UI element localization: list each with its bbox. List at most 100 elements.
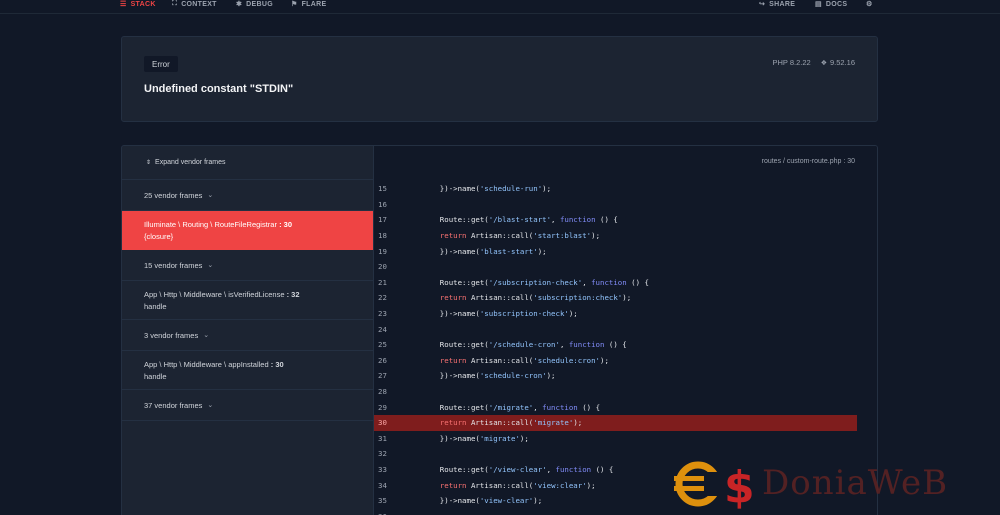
code-line: 15 })->name('schedule-run'); xyxy=(374,181,857,197)
line-source: return Artisan::call('view:clear'); xyxy=(439,480,596,490)
code-line: 25 Route::get('/schedule-cron', function… xyxy=(374,337,857,353)
frame-method: handle xyxy=(144,301,167,311)
laravel-version: 9.52.16 xyxy=(829,58,855,67)
docs-icon: ▤ xyxy=(815,1,822,8)
php-version: PHP 8.2.22 xyxy=(772,58,811,67)
chevron-down-icon: ⌄ xyxy=(207,262,214,269)
code-line: 21 Route::get('/subscription-check', fun… xyxy=(374,275,857,291)
frame-item[interactable]: App \ Http \ Middleware \ appInstalled :… xyxy=(122,351,373,390)
line-source: return Artisan::call('start:blast'); xyxy=(439,231,601,241)
context-icon: ⛶ xyxy=(172,0,178,7)
line-source: return Artisan::call('schedule:cron'); xyxy=(439,355,609,365)
frame-line: : 30 xyxy=(270,359,284,369)
line-number: 26 xyxy=(378,355,387,365)
gear-icon: ⚙ xyxy=(866,1,873,8)
top-nav: ☰ STACK ⛶ CONTEXT ✱ DEBUG ⚑ FLARE ↪ SHAR… xyxy=(0,0,1000,14)
watermark: $ DoniaWeB xyxy=(674,454,948,512)
docs-button[interactable]: ▤ DOCS xyxy=(815,0,847,9)
versions: PHP 8.2.22 ❖ 9.52.16 xyxy=(772,58,855,67)
code-line: 20 xyxy=(374,259,857,275)
frame-item-selected[interactable]: Illuminate \ Routing \ RouteFileRegistra… xyxy=(122,211,373,250)
frame-class: App \ Http \ Middleware \ isVerifiedLice… xyxy=(144,290,373,299)
code-line: 26 return Artisan::call('schedule:cron')… xyxy=(374,353,857,369)
frame-method: {closure} xyxy=(144,231,174,241)
line-source: return Artisan::call('subscription:check… xyxy=(439,293,632,303)
line-number: 31 xyxy=(378,433,387,443)
vendor-frames-label: 15 vendor frames xyxy=(144,260,203,270)
line-source: })->name('view-clear'); xyxy=(422,496,543,506)
tab-debug-label: DEBUG xyxy=(246,0,273,8)
vendor-frames-group[interactable]: 37 vendor frames ⌄ xyxy=(122,390,373,421)
file-path-link[interactable]: routes / custom-route.php : 30 xyxy=(762,158,855,165)
frame-line: : 30 xyxy=(279,219,293,229)
vendor-frames-group[interactable]: 25 vendor frames ⌄ xyxy=(122,180,373,211)
tab-stack[interactable]: ☰ STACK xyxy=(120,0,156,9)
code-line: 17 Route::get('/blast-start', function (… xyxy=(374,212,857,228)
code-line: 24 xyxy=(374,321,857,337)
tab-context-label: CONTEXT xyxy=(181,0,217,8)
chevron-down-icon: ⌄ xyxy=(203,332,210,339)
line-source: })->name('migrate'); xyxy=(422,433,529,443)
error-message: Undefined constant "STDIN" xyxy=(144,83,294,95)
vendor-frames-label: 25 vendor frames xyxy=(144,190,203,200)
line-source: })->name('schedule-cron'); xyxy=(422,371,556,381)
laravel-version-wrap: ❖ 9.52.16 xyxy=(821,58,855,67)
vendor-frames-group[interactable]: 15 vendor frames ⌄ xyxy=(122,250,373,281)
line-number: 16 xyxy=(378,199,387,209)
vendor-frames-label: 37 vendor frames xyxy=(144,400,203,410)
frame-item[interactable]: App \ Http \ Middleware \ isVerifiedLice… xyxy=(122,281,373,320)
expand-vendor-frames-button[interactable]: ⇕ Expand vendor frames xyxy=(122,146,373,180)
code-line: 31 })->name('migrate'); xyxy=(374,431,857,447)
line-source: })->name('blast-start'); xyxy=(422,246,547,256)
frame-path: App \ Http \ Middleware \ appInstalled xyxy=(144,359,269,369)
frame-method: handle xyxy=(144,371,167,381)
line-number: 28 xyxy=(378,387,387,397)
line-number: 21 xyxy=(378,277,387,287)
frame-path: Illuminate \ Routing \ RouteFileRegistra… xyxy=(144,219,277,229)
line-number: 27 xyxy=(378,371,387,381)
line-number: 19 xyxy=(378,246,387,256)
tab-flare-label: FLARE xyxy=(301,0,327,8)
line-number: 17 xyxy=(378,215,387,225)
line-number: 18 xyxy=(378,231,387,241)
tab-context[interactable]: ⛶ CONTEXT xyxy=(172,0,217,9)
frame-class: App \ Http \ Middleware \ appInstalled :… xyxy=(144,360,373,369)
code-line: 27 })->name('schedule-cron'); xyxy=(374,368,857,384)
code-line: 30 return Artisan::call('migrate'); xyxy=(374,414,857,431)
line-source: })->name('schedule-run'); xyxy=(422,184,552,194)
error-card: Error Undefined constant "STDIN" PHP 8.2… xyxy=(121,36,878,122)
watermark-logo-icon: $ xyxy=(674,461,755,512)
line-number: 32 xyxy=(378,449,387,459)
line-number: 34 xyxy=(378,480,387,490)
code-line: 22 return Artisan::call('subscription:ch… xyxy=(374,290,857,306)
stack-icon: ☰ xyxy=(120,1,127,8)
expand-icon: ⇕ xyxy=(146,160,152,166)
line-number: 20 xyxy=(378,262,387,272)
line-source: })->name('subscription-check'); xyxy=(422,309,578,319)
line-number: 29 xyxy=(378,402,387,412)
code-line: 19 })->name('blast-start'); xyxy=(374,243,857,259)
error-type-badge: Error xyxy=(144,56,178,72)
line-source: Route::get('/schedule-cron', function ()… xyxy=(422,340,627,350)
code-line: 23 })->name('subscription-check'); xyxy=(374,306,857,322)
line-number: 23 xyxy=(378,309,387,319)
vendor-frames-group[interactable]: 3 vendor frames ⌄ xyxy=(122,320,373,351)
line-number: 30 xyxy=(378,418,387,428)
settings-button[interactable]: ⚙ xyxy=(866,0,873,9)
flare-icon: ⚑ xyxy=(291,1,298,8)
frame-path: App \ Http \ Middleware \ isVerifiedLice… xyxy=(144,289,285,299)
line-number: 25 xyxy=(378,340,387,350)
line-source: return Artisan::call('migrate'); xyxy=(439,418,583,428)
frame-class: Illuminate \ Routing \ RouteFileRegistra… xyxy=(144,220,373,229)
line-number: 22 xyxy=(378,293,387,303)
tab-stack-label: STACK xyxy=(130,0,156,8)
frames-list: ⇕ Expand vendor frames 25 vendor frames … xyxy=(122,146,374,515)
line-source: Route::get('/view-clear', function () { xyxy=(422,464,614,474)
line-number: 35 xyxy=(378,496,387,506)
share-button[interactable]: ↪ SHARE xyxy=(759,0,795,9)
line-number: 15 xyxy=(378,184,387,194)
tab-flare[interactable]: ⚑ FLARE xyxy=(291,0,326,9)
laravel-icon: ❖ xyxy=(820,59,827,67)
tab-debug[interactable]: ✱ DEBUG xyxy=(236,0,273,9)
code-line: 18 return Artisan::call('start:blast'); xyxy=(374,228,857,244)
